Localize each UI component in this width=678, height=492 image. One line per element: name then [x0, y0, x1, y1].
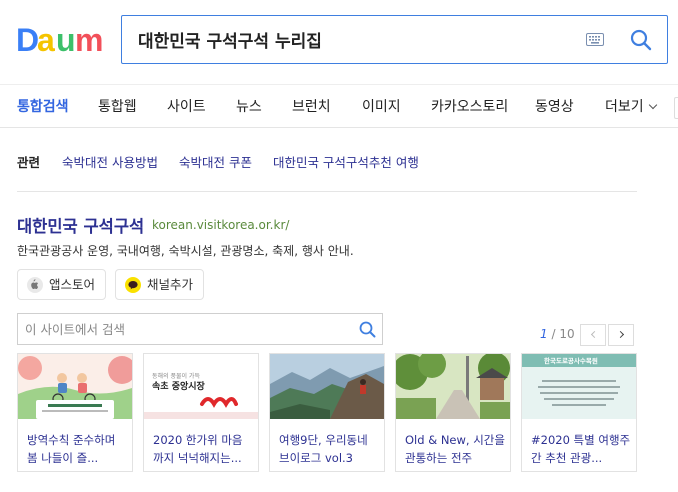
search-input[interactable] [138, 16, 578, 63]
tab-overflow-button[interactable] [674, 97, 678, 119]
channel-add-label: 채널추가 [147, 277, 194, 292]
svg-text:D: D [16, 22, 39, 56]
related-link[interactable]: 대한민국 구석구석추천 여행 [273, 155, 419, 170]
result-site-url[interactable]: korean.visitkorea.or.kr/ [152, 218, 289, 232]
tab-more[interactable]: 더보기 [605, 96, 657, 116]
tab-integrated-search[interactable]: 통합검색 [17, 96, 69, 116]
result-description: 한국관광공사 운영, 국내여행, 숙박시설, 관광명소, 축제, 행사 안내. [17, 244, 354, 258]
site-search-input[interactable] [25, 314, 345, 344]
app-store-button[interactable]: 앱스토어 [17, 269, 107, 300]
svg-text:m: m [75, 22, 102, 56]
channel-add-button[interactable]: 채널추가 [115, 269, 205, 300]
site-search-box [17, 313, 383, 345]
tab-news[interactable]: 뉴스 [236, 96, 262, 116]
keyboard-icon[interactable] [586, 33, 604, 46]
carousel-pager: 1 / 10 [540, 327, 575, 341]
content-card[interactable]: 동해의 풍물이 가득 속초 중앙시장 2020 한가위 마음까지 넉넉해지는..… [143, 353, 259, 472]
related-link[interactable]: 숙박대전 쿠폰 [179, 155, 252, 170]
tab-site[interactable]: 사이트 [167, 96, 206, 116]
kakaotalk-icon [125, 276, 141, 293]
card-caption: #2020 특별 여행주간 추천 관광... [531, 433, 631, 465]
card-thumbnail [396, 354, 510, 419]
carousel-next-button[interactable] [608, 324, 634, 346]
search-box [121, 15, 668, 64]
search-tabs: 통합검색 통합웹 사이트 뉴스 브런치 이미지 카카오스토리 동영상 더보기 [0, 84, 678, 128]
card-thumbnail [270, 354, 384, 419]
thumb-title: 한국도로공사수목원 [544, 357, 598, 365]
result-site-title[interactable]: 대한민국 구석구석 [17, 213, 144, 237]
thumb-subtitle: 동해의 풍물이 가득 [152, 373, 200, 380]
chevron-down-icon [648, 100, 657, 110]
tab-integrated-web[interactable]: 통합웹 [98, 96, 137, 116]
content-card[interactable]: 방역수칙 준수하며 봄 나들이 즐... [17, 353, 133, 472]
apple-icon [27, 276, 43, 293]
related-searches: 관련 숙박대전 사용방법 숙박대전 쿠폰 대한민국 구석구석추천 여행 [17, 152, 436, 171]
content-card[interactable]: Old & New, 시간을 관통하는 전주 [395, 353, 511, 472]
section-divider [17, 191, 637, 192]
card-caption: Old & New, 시간을 관통하는 전주 [405, 433, 505, 465]
chevron-right-icon [616, 330, 625, 339]
app-store-label: 앱스토어 [49, 277, 96, 292]
search-icon[interactable] [630, 29, 652, 51]
search-icon[interactable] [359, 321, 376, 338]
daum-logo-mark: D a u m [16, 22, 103, 58]
tab-more-label: 더보기 [605, 99, 644, 115]
tab-images[interactable]: 이미지 [362, 96, 401, 116]
daum-logo[interactable]: D a u m [16, 22, 103, 58]
card-thumbnail [18, 354, 132, 419]
thumb-title: 속초 중앙시장 [152, 382, 205, 392]
carousel-prev-button[interactable] [580, 324, 606, 346]
tab-brunch[interactable]: 브런치 [292, 96, 331, 116]
tab-video[interactable]: 동영상 [535, 96, 574, 116]
card-caption: 방역수칙 준수하며 봄 나들이 즐... [27, 433, 116, 465]
card-caption: 여행9단, 우리동네 브이로그 vol.3 [279, 433, 368, 465]
svg-text:a: a [37, 22, 55, 56]
tab-kakaostory[interactable]: 카카오스토리 [431, 96, 508, 116]
card-thumbnail: 동해의 풍물이 가득 속초 중앙시장 [144, 354, 258, 419]
content-card[interactable]: 한국도로공사수목원 #2020 특별 여행주간 추천 관광... [521, 353, 637, 472]
card-caption: 2020 한가위 마음까지 넉넉해지는... [153, 433, 243, 465]
related-heading: 관련 [17, 155, 41, 170]
pager-current: 1 [540, 327, 548, 341]
svg-text:u: u [56, 22, 76, 56]
card-thumbnail: 한국도로공사수목원 [522, 354, 636, 419]
pager-total: 10 [559, 327, 575, 341]
chevron-left-icon [590, 330, 599, 339]
related-link[interactable]: 숙박대전 사용방법 [62, 155, 158, 170]
pager-separator: / [547, 327, 560, 341]
content-card[interactable]: 여행9단, 우리동네 브이로그 vol.3 [269, 353, 385, 472]
